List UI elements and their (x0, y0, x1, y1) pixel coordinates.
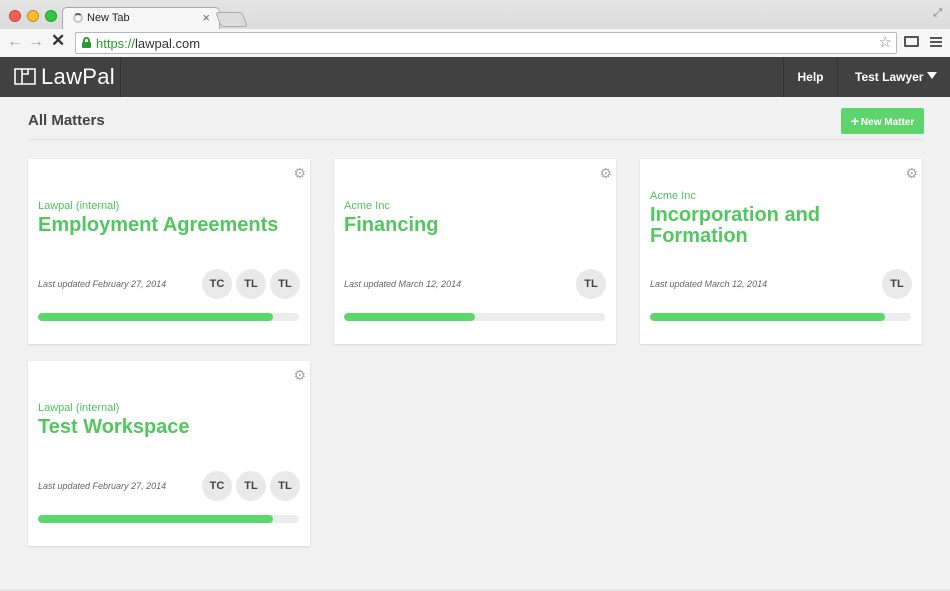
progress-fill (344, 313, 475, 321)
minimize-window-button[interactable] (27, 10, 39, 22)
new-tab-button[interactable] (215, 12, 248, 27)
avatar[interactable]: TL (576, 269, 606, 299)
progress-fill (38, 515, 273, 523)
matter-title[interactable]: Test Workspace (38, 417, 288, 438)
avatar[interactable]: TL (236, 471, 266, 501)
app-header: LawPal Help Test Lawyer (0, 57, 950, 97)
matter-title[interactable]: Employment Agreements (38, 215, 288, 236)
tab-title: New Tab (87, 12, 130, 24)
gear-icon[interactable]: ⚙ (293, 165, 306, 182)
matter-members: TC TL TL (202, 269, 300, 299)
url-scheme: https:// (96, 36, 136, 51)
matter-members: TL (882, 269, 912, 299)
maximize-window-button[interactable] (45, 10, 57, 22)
browser-toolbar: ← → ✕ https://lawpal.com ☆ (0, 29, 950, 57)
progress-bar (650, 313, 911, 321)
matter-updated: Last updated February 27, 2014 (38, 279, 167, 289)
new-matter-button[interactable]: + New Matter (841, 108, 924, 134)
avatar[interactable]: TL (270, 269, 300, 299)
url-text[interactable]: https://lawpal.com (96, 36, 200, 51)
page-title: All Matters (28, 112, 105, 129)
gear-icon[interactable]: ⚙ (905, 165, 918, 182)
matter-client: Acme Inc (344, 200, 390, 212)
progress-bar (38, 313, 299, 321)
close-window-button[interactable] (9, 10, 21, 22)
matter-updated: Last updated February 27, 2014 (38, 481, 167, 491)
lock-icon (82, 37, 91, 48)
matter-title[interactable]: Financing (344, 215, 594, 236)
matter-client: Lawpal (internal) (38, 402, 120, 414)
caret-down-icon[interactable] (927, 72, 937, 79)
matter-card[interactable]: ⚙ Lawpal (internal) Test Workspace Last … (28, 361, 310, 546)
avatar[interactable]: TL (236, 269, 266, 299)
matter-updated: Last updated March 12, 2014 (344, 279, 462, 289)
browser-tab[interactable]: New Tab × (62, 7, 220, 29)
progress-fill (38, 313, 273, 321)
brand-name: LawPal (41, 64, 115, 89)
help-link[interactable]: Help (783, 57, 838, 97)
url-host: lawpal.com (135, 36, 201, 51)
back-arrow-icon[interactable]: ← (7, 33, 23, 51)
new-matter-label: New Matter (860, 117, 915, 128)
matter-client: Lawpal (internal) (38, 200, 120, 212)
plus-icon: + (850, 113, 859, 129)
browser-chrome: New Tab × ⤢ ← → ✕ https://lawpal.com ☆ (0, 0, 950, 57)
matter-client: Acme Inc (650, 190, 696, 202)
matter-card[interactable]: ⚙ Acme Inc Financing Last updated March … (334, 159, 616, 344)
divider (28, 139, 924, 140)
user-menu[interactable]: Test Lawyer (855, 57, 923, 97)
matter-updated: Last updated March 12, 2014 (650, 279, 768, 289)
avatar[interactable]: TC (202, 471, 232, 501)
avatar[interactable]: TL (270, 471, 300, 501)
bookmark-star-icon[interactable]: ☆ (879, 33, 892, 51)
window-controls (9, 10, 57, 22)
cast-icon[interactable] (904, 36, 919, 47)
matter-members: TL (576, 269, 606, 299)
forward-arrow-icon[interactable]: → (28, 33, 44, 51)
avatar[interactable]: TC (202, 269, 232, 299)
matter-members: TC TL TL (202, 471, 300, 501)
gear-icon[interactable]: ⚙ (599, 165, 612, 182)
address-bar[interactable]: https://lawpal.com ☆ (75, 32, 897, 54)
spinner-icon (73, 13, 83, 23)
gear-icon[interactable]: ⚙ (293, 367, 306, 384)
matter-card[interactable]: ⚙ Acme Inc Incorporation and Formation L… (640, 159, 922, 344)
stop-loading-icon[interactable]: ✕ (51, 32, 65, 50)
progress-bar (344, 313, 605, 321)
progress-bar (38, 515, 299, 523)
brand[interactable]: LawPal (0, 57, 121, 97)
close-tab-icon[interactable]: × (202, 10, 210, 25)
avatar[interactable]: TL (882, 269, 912, 299)
lawpal-logo-icon (14, 68, 36, 85)
matter-title[interactable]: Incorporation and Formation (650, 205, 820, 247)
progress-fill (650, 313, 885, 321)
hamburger-menu-icon[interactable] (930, 37, 942, 49)
fullscreen-icon[interactable]: ⤢ (933, 7, 942, 20)
matter-card[interactable]: ⚙ Lawpal (internal) Employment Agreement… (28, 159, 310, 344)
